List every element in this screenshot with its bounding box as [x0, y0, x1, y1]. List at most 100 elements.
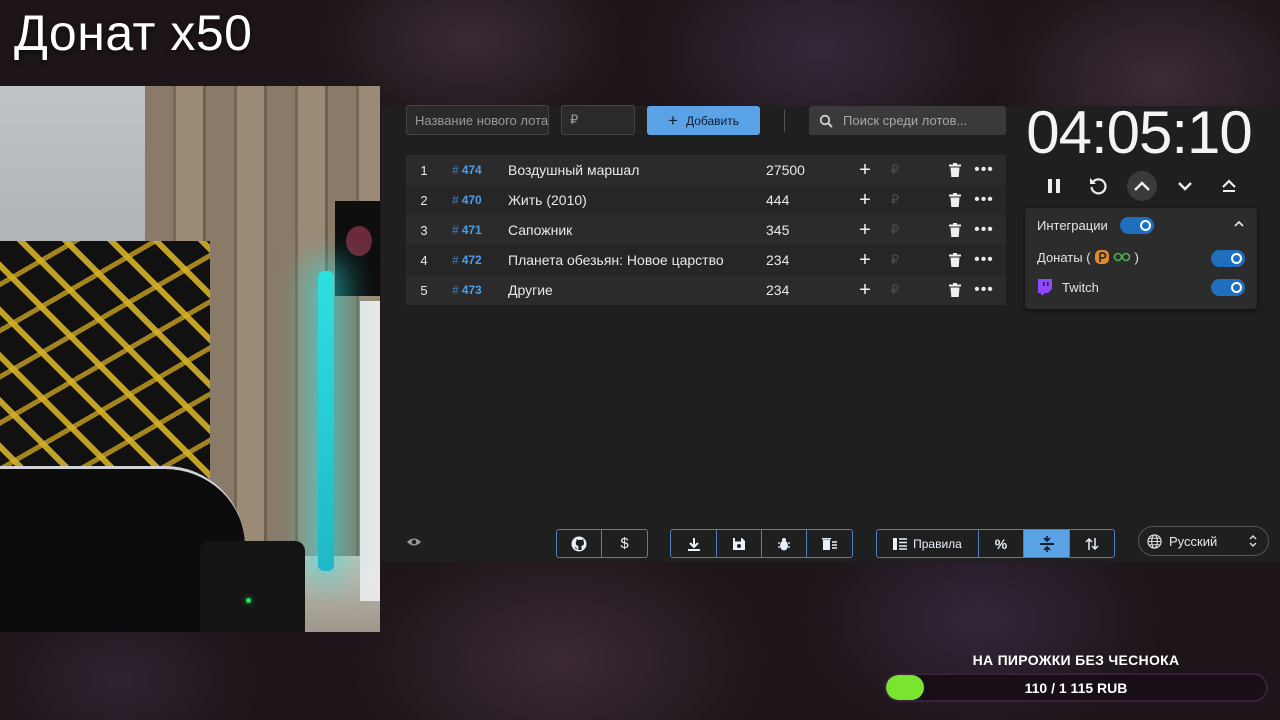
integrations-panel: Интеграции Донаты ( ) Twitch: [1025, 208, 1257, 309]
lot-name[interactable]: Планета обезьян: Новое царство: [508, 252, 766, 268]
add-lot-label: Добавить: [685, 113, 739, 128]
search-icon: [809, 114, 843, 128]
clear-lots-icon[interactable]: [807, 530, 852, 557]
rules-label: Правила: [913, 536, 962, 551]
integrations-toggle[interactable]: [1119, 217, 1154, 234]
search-lots-input[interactable]: Поиск среди лотов...: [809, 106, 1006, 135]
github-icon[interactable]: [557, 530, 602, 557]
donationalerts-icon: [1113, 252, 1131, 262]
donation-goal-progress: 110 / 1 115 RUB: [1024, 679, 1128, 696]
timer-display: 04:05:10: [1026, 99, 1253, 166]
percent-icon[interactable]: %: [979, 530, 1024, 557]
globe-icon: [1147, 533, 1162, 549]
lot-row: 4 #472 Планета обезьян: Новое царство 23…: [406, 245, 1006, 275]
add-amount-button[interactable]: +: [852, 189, 878, 212]
plus-icon: +: [668, 110, 678, 130]
more-icon[interactable]: •••: [970, 221, 998, 239]
lot-index: 3: [420, 222, 428, 238]
stream-overlay-title: Донат x50: [14, 5, 253, 61]
lot-name[interactable]: Воздушный маршал: [508, 162, 766, 178]
integrations-title: Интеграции: [1037, 218, 1108, 233]
lot-amount[interactable]: 345: [766, 222, 852, 238]
ruble-input[interactable]: ₽: [878, 222, 912, 238]
twitch-toggle[interactable]: [1211, 279, 1245, 296]
trash-icon[interactable]: [940, 283, 970, 297]
trash-icon[interactable]: [940, 163, 970, 177]
lot-id[interactable]: #474: [442, 163, 508, 177]
lot-price-input[interactable]: ₽: [561, 105, 635, 135]
toolbar-divider: [784, 110, 785, 132]
add-amount-button[interactable]: +: [852, 279, 878, 302]
more-icon[interactable]: •••: [970, 161, 998, 179]
lot-amount[interactable]: 234: [766, 252, 852, 268]
search-placeholder: Поиск среди лотов...: [843, 113, 968, 128]
add-amount-button[interactable]: +: [852, 219, 878, 242]
chevron-down-icon[interactable]: [1171, 173, 1199, 199]
add-amount-button[interactable]: +: [852, 159, 878, 182]
restart-icon[interactable]: [1084, 173, 1112, 199]
ruble-input[interactable]: ₽: [878, 252, 912, 268]
lot-id[interactable]: #471: [442, 223, 508, 237]
more-icon[interactable]: •••: [970, 281, 998, 299]
integrations-header[interactable]: Интеграции: [1037, 217, 1154, 234]
lot-amount[interactable]: 444: [766, 192, 852, 208]
bug-icon[interactable]: [762, 530, 807, 557]
lot-row: 1 #474 Воздушный маршал 27500 + ₽ •••: [406, 155, 1006, 185]
eye-icon[interactable]: [406, 535, 422, 553]
lot-row: 3 #471 Сапожник 345 + ₽ •••: [406, 215, 1006, 245]
links-button-group: $: [556, 529, 648, 558]
lot-id[interactable]: #473: [442, 283, 508, 297]
lot-row: 2 #470 Жить (2010) 444 + ₽ •••: [406, 185, 1006, 215]
donation-goal-title: НА ПИРОЖКИ БЕЗ ЧЕСНОКА: [972, 652, 1180, 668]
lot-index: 1: [420, 162, 428, 178]
rules-button[interactable]: Правила: [877, 530, 979, 557]
select-arrows-icon: [1249, 535, 1257, 547]
lot-amount[interactable]: 234: [766, 282, 852, 298]
twitch-integration: Twitch: [1037, 279, 1099, 295]
language-value: Русский: [1169, 533, 1218, 549]
lot-name[interactable]: Другие: [508, 282, 766, 298]
speed-up-icon[interactable]: [1127, 171, 1157, 201]
lot-id[interactable]: #470: [442, 193, 508, 207]
tools-button-group: [670, 529, 853, 558]
add-lot-button[interactable]: + Добавить: [647, 106, 760, 135]
lot-id[interactable]: #472: [442, 253, 508, 267]
pause-icon[interactable]: [1040, 173, 1068, 199]
ruble-input[interactable]: ₽: [878, 162, 912, 178]
trash-icon[interactable]: [940, 223, 970, 237]
lot-row: 5 #473 Другие 234 + ₽ •••: [406, 275, 1006, 305]
donatpay-icon: [1094, 249, 1110, 265]
more-icon[interactable]: •••: [970, 251, 998, 269]
split-icon[interactable]: [1024, 530, 1070, 557]
twitch-icon: [1037, 279, 1052, 295]
lot-name[interactable]: Сапожник: [508, 222, 766, 238]
add-amount-button[interactable]: +: [852, 249, 878, 272]
twitch-label: Twitch: [1062, 279, 1099, 295]
lots-table: 1 #474 Воздушный маршал 27500 + ₽ ••• 2 …: [406, 155, 1006, 305]
donats-label: Донаты (: [1037, 249, 1091, 265]
lot-name[interactable]: Жить (2010): [508, 192, 766, 208]
webcam-feed: [0, 86, 380, 632]
trash-icon[interactable]: [940, 193, 970, 207]
save-icon[interactable]: [717, 530, 762, 557]
donats-toggle[interactable]: [1211, 250, 1245, 267]
ruble-input[interactable]: ₽: [878, 192, 912, 208]
donation-goal-bar: 110 / 1 115 RUB: [884, 673, 1268, 702]
language-select[interactable]: Русский: [1138, 526, 1269, 556]
chevron-up-icon[interactable]: [1233, 217, 1245, 232]
donats-label-close: ): [1134, 249, 1139, 265]
trash-icon[interactable]: [940, 253, 970, 267]
download-icon[interactable]: [671, 530, 717, 557]
lot-index: 4: [420, 252, 428, 268]
lot-amount[interactable]: 27500: [766, 162, 852, 178]
settings-button-group: Правила %: [876, 529, 1115, 558]
more-icon[interactable]: •••: [970, 191, 998, 209]
rules-icon: [893, 537, 908, 550]
sort-icon[interactable]: [1070, 530, 1114, 557]
ruble-input[interactable]: ₽: [878, 282, 912, 298]
lot-index: 5: [420, 282, 428, 298]
eject-icon[interactable]: [1215, 173, 1243, 199]
lot-name-input[interactable]: Название нового лота: [406, 105, 549, 135]
donate-dollar-icon[interactable]: $: [602, 530, 647, 557]
donats-integration: Донаты ( ): [1037, 249, 1139, 265]
